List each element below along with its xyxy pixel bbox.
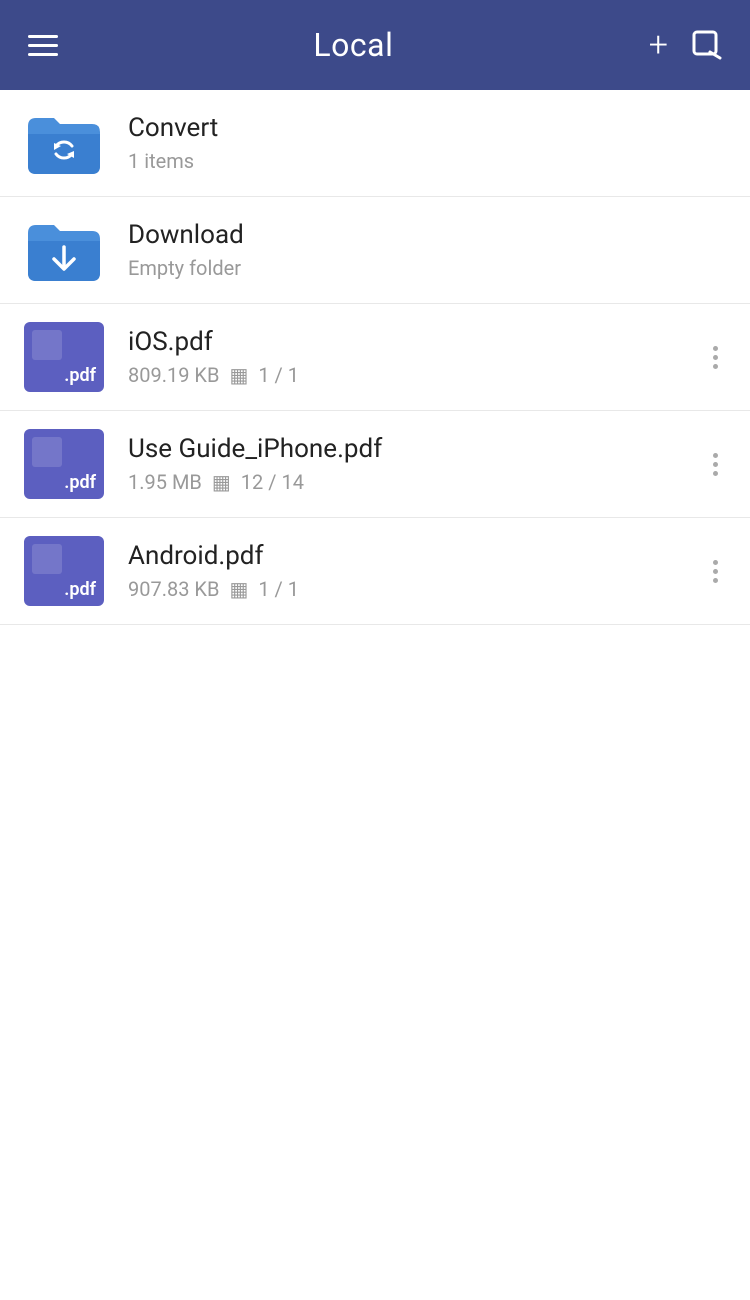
pdf-label: .pdf xyxy=(64,365,96,386)
item-meta: Empty folder xyxy=(128,256,726,280)
list-item[interactable]: Convert 1 items xyxy=(0,90,750,197)
item-meta: 907.83 KB ▦ 1 / 1 xyxy=(128,577,705,601)
more-options-button[interactable] xyxy=(705,338,726,377)
item-content: Android.pdf 907.83 KB ▦ 1 / 1 xyxy=(128,541,705,601)
edit-icon[interactable] xyxy=(692,30,722,60)
more-options-button[interactable] xyxy=(705,445,726,484)
pdf-label: .pdf xyxy=(64,472,96,493)
list-item[interactable]: .pdf Use Guide_iPhone.pdf 1.95 MB ▦ 12 /… xyxy=(0,411,750,518)
folder-icon xyxy=(24,215,104,285)
more-options-button[interactable] xyxy=(705,552,726,591)
pdf-file-icon: .pdf xyxy=(24,429,104,499)
item-name: Convert xyxy=(128,113,726,143)
file-size: 809.19 KB xyxy=(128,363,219,387)
add-button[interactable]: + xyxy=(649,28,668,62)
page-title: Local xyxy=(313,26,393,64)
list-item[interactable]: .pdf iOS.pdf 809.19 KB ▦ 1 / 1 xyxy=(0,304,750,411)
item-content: Convert 1 items xyxy=(128,113,726,173)
folder-icon xyxy=(24,108,104,178)
page-count: 1 / 1 xyxy=(258,577,299,601)
item-name: iOS.pdf xyxy=(128,327,705,357)
file-size: 907.83 KB xyxy=(128,577,219,601)
page-count-icon: ▦ xyxy=(229,577,248,601)
page-count-icon: ▦ xyxy=(229,363,248,387)
app-header: Local + xyxy=(0,0,750,90)
item-name: Android.pdf xyxy=(128,541,705,571)
header-actions: + xyxy=(649,28,722,62)
file-list: Convert 1 items Download Empty folder .p… xyxy=(0,90,750,625)
item-name: Use Guide_iPhone.pdf xyxy=(128,434,705,464)
item-meta: 1 items xyxy=(128,149,726,173)
item-meta: 809.19 KB ▦ 1 / 1 xyxy=(128,363,705,387)
page-count: 12 / 14 xyxy=(241,470,304,494)
pdf-label: .pdf xyxy=(64,579,96,600)
page-count-icon: ▦ xyxy=(212,470,231,494)
hamburger-menu-icon[interactable] xyxy=(28,35,58,56)
item-meta: 1.95 MB ▦ 12 / 14 xyxy=(128,470,705,494)
item-content: Use Guide_iPhone.pdf 1.95 MB ▦ 12 / 14 xyxy=(128,434,705,494)
item-content: Download Empty folder xyxy=(128,220,726,280)
item-content: iOS.pdf 809.19 KB ▦ 1 / 1 xyxy=(128,327,705,387)
list-item[interactable]: Download Empty folder xyxy=(0,197,750,304)
item-name: Download xyxy=(128,220,726,250)
file-size: 1.95 MB xyxy=(128,470,202,494)
pdf-file-icon: .pdf xyxy=(24,322,104,392)
list-item[interactable]: .pdf Android.pdf 907.83 KB ▦ 1 / 1 xyxy=(0,518,750,625)
page-count: 1 / 1 xyxy=(258,363,299,387)
pdf-file-icon: .pdf xyxy=(24,536,104,606)
